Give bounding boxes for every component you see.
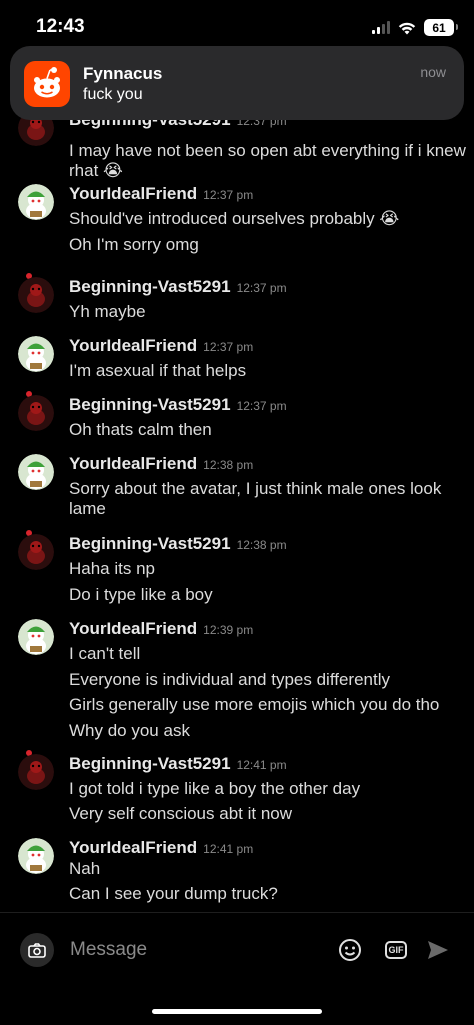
timestamp: 12:37 pm — [203, 340, 254, 354]
wifi-icon — [398, 22, 416, 34]
username[interactable]: Beginning-Vast5291 — [69, 754, 231, 774]
timestamp: 12:37 pm — [203, 188, 254, 202]
username[interactable]: YourIdealFriend — [69, 619, 197, 639]
notification-body: fuck you — [83, 86, 143, 103]
message-text[interactable]: I can't tell — [69, 644, 469, 664]
cellular-signal-icon — [372, 21, 390, 34]
message-text[interactable]: Should've introduced ourselves probably … — [69, 209, 469, 229]
message-text[interactable]: Do i type like a boy — [69, 585, 469, 605]
avatar-beginning-vast[interactable] — [18, 754, 54, 790]
message-text[interactable]: Why do you ask — [69, 721, 469, 741]
message-header: Beginning-Vast5291 12:37 pm — [69, 395, 287, 415]
username[interactable]: YourIdealFriend — [69, 838, 197, 858]
message-text[interactable]: Nah — [69, 859, 469, 879]
avatar-your-ideal-friend[interactable] — [18, 184, 54, 220]
message-header: Beginning-Vast5291 12:37 pm — [69, 277, 287, 297]
chat-message-list[interactable]: Beginning-Vast5291 12:37 pm I may have n… — [0, 100, 474, 912]
avatar-your-ideal-friend[interactable] — [18, 619, 54, 655]
message-text[interactable]: Very self conscious abt it now — [69, 804, 469, 824]
battery-indicator: 61 — [424, 19, 458, 36]
message-text[interactable]: Oh I'm sorry omg — [69, 235, 469, 255]
avatar-your-ideal-friend[interactable] — [18, 838, 54, 874]
timestamp: 12:39 pm — [203, 623, 254, 637]
home-indicator[interactable] — [152, 1009, 322, 1014]
emoji-icon[interactable] — [338, 938, 362, 962]
reddit-icon — [24, 61, 70, 107]
avatar-beginning-vast[interactable] — [18, 277, 54, 313]
username[interactable]: Beginning-Vast5291 — [69, 534, 231, 554]
message-header: YourIdealFriend 12:39 pm — [69, 619, 253, 639]
message-text[interactable]: Everyone is individual and types differe… — [69, 670, 469, 690]
message-text[interactable]: Girls generally use more emojis which yo… — [69, 695, 469, 715]
status-icons: 61 — [372, 19, 458, 36]
gif-button[interactable]: GIF — [385, 941, 407, 959]
username[interactable]: Beginning-Vast5291 — [69, 395, 231, 415]
camera-icon — [28, 942, 46, 958]
notification-title: Fynnacus — [83, 64, 163, 83]
message-header: Beginning-Vast5291 12:38 pm — [69, 534, 287, 554]
message-text[interactable]: I may have not been so open abt everythi… — [69, 141, 469, 181]
message-header: Beginning-Vast5291 12:41 pm — [69, 754, 287, 774]
message-header: YourIdealFriend 12:38 pm — [69, 454, 253, 474]
message-text[interactable]: Haha its np — [69, 559, 469, 579]
message-text[interactable]: I got told i type like a boy the other d… — [69, 779, 469, 799]
timestamp: 12:38 pm — [203, 458, 254, 472]
username[interactable]: YourIdealFriend — [69, 454, 197, 474]
message-text[interactable]: I'm asexual if that helps — [69, 361, 469, 381]
username[interactable]: YourIdealFriend — [69, 336, 197, 356]
username[interactable]: Beginning-Vast5291 — [69, 277, 231, 297]
message-text[interactable]: Yh maybe — [69, 302, 469, 322]
message-header: YourIdealFriend 12:41 pm — [69, 838, 253, 858]
message-header: YourIdealFriend 12:37 pm — [69, 184, 253, 204]
send-icon[interactable] — [427, 940, 449, 960]
message-text[interactable]: Can I see your dump truck? — [69, 884, 469, 904]
timestamp: 12:37 pm — [236, 281, 287, 295]
message-input[interactable] — [60, 933, 320, 967]
avatar-beginning-vast[interactable] — [18, 534, 54, 570]
message-text[interactable]: Oh thats calm then — [69, 420, 469, 440]
avatar-your-ideal-friend[interactable] — [18, 336, 54, 372]
message-text[interactable]: Sorry about the avatar, I just think mal… — [69, 479, 469, 519]
timestamp: 12:37 pm — [236, 399, 287, 413]
status-time: 12:43 — [36, 16, 85, 37]
push-notification[interactable]: Fynnacus fuck you now — [10, 46, 464, 120]
timestamp: 12:41 pm — [236, 758, 287, 772]
notification-time: now — [420, 64, 446, 80]
timestamp: 12:38 pm — [236, 538, 287, 552]
username[interactable]: YourIdealFriend — [69, 184, 197, 204]
status-bar: 12:43 61 — [0, 0, 474, 50]
timestamp: 12:41 pm — [203, 842, 254, 856]
camera-button[interactable] — [20, 933, 54, 967]
avatar-beginning-vast[interactable] — [18, 395, 54, 431]
message-header: YourIdealFriend 12:37 pm — [69, 336, 253, 356]
avatar-your-ideal-friend[interactable] — [18, 454, 54, 490]
